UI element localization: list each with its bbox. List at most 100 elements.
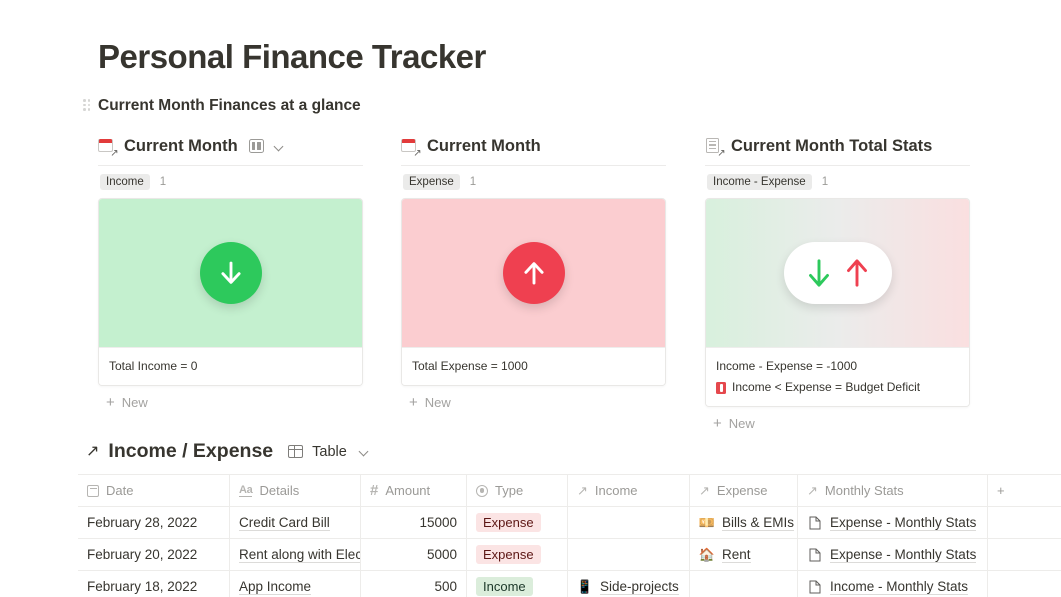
cell-expense[interactable]: 🏠 Rent [690,539,798,570]
document-link-icon: ↗ [705,137,726,158]
card-footer-line: Total Income = 0 [109,359,198,373]
card-footer: Total Income = 0 [99,347,362,385]
cell-monthly-stats-label: Expense - Monthly Stats [830,514,977,531]
cell-type[interactable]: Expense [467,507,568,538]
column-header-label: Income [594,483,638,498]
card-body[interactable]: Income - Expense = -1000 Income < Expens… [705,198,970,407]
cell-type[interactable]: Expense [467,539,568,570]
chevron-down-icon[interactable] [359,447,369,457]
chevron-down-icon[interactable] [274,141,284,151]
section-heading-text: Current Month Finances at a glance [98,97,361,114]
money-icon: 💴 [698,514,716,530]
text-aa-icon: Aa [239,483,253,497]
column-header-label: Expense [716,483,768,498]
cell-details[interactable]: App Income [230,571,361,597]
column-header-monthly-stats[interactable]: ↗ Monthly Stats [798,475,988,506]
cell-expense[interactable] [690,571,798,597]
column-header-label: Type [495,483,524,498]
new-item-button[interactable]: + New [98,395,363,410]
table-row[interactable]: February 20, 2022 Rent along with Elec 5… [78,539,1061,571]
cell-spacer [988,571,1061,597]
database-title[interactable]: Income / Expense [108,440,273,463]
database-table: Date Aa Details # Amount Type ↗ Income ↗… [78,474,1061,597]
page-title: Personal Finance Tracker [98,38,486,75]
cell-income[interactable]: 📱 Side-projects [568,571,690,597]
card-footer: Total Expense = 1000 [402,347,665,385]
cell-monthly-stats[interactable]: Income - Monthly Stats [798,571,988,597]
group-label[interactable]: Income - Expense [707,174,812,190]
cell-monthly-stats[interactable]: Expense - Monthly Stats [798,539,988,570]
calendar-link-icon: ↗ [98,137,119,158]
cell-income-label: Side-projects [600,578,679,595]
new-item-label: New [121,395,148,410]
card-header[interactable]: ↗ Current Month Total Stats [705,133,970,166]
card-title: Current Month [124,136,238,155]
cell-monthly-stats-label: Expense - Monthly Stats [830,546,977,563]
database-view-name[interactable]: Table [312,444,347,460]
relation-arrow-icon: ↗ [699,483,710,498]
table-row[interactable]: February 28, 2022 Credit Card Bill 15000… [78,507,1061,539]
status-badge: Expense [476,513,541,532]
section-heading-row: Current Month Finances at a glance [83,97,361,115]
card-header[interactable]: ↗ Current Month [98,133,363,166]
card-cover [99,199,362,347]
plus-icon: + [409,394,418,411]
cell-income[interactable] [568,539,690,570]
card-cover [402,199,665,347]
card-current-month-total-stats: ↗ Current Month Total Stats Income - Exp… [705,133,970,431]
cell-type[interactable]: Income [467,571,568,597]
column-header-type[interactable]: Type [467,475,568,506]
card-body[interactable]: Total Expense = 1000 [401,198,666,386]
plus-icon: + [713,415,722,432]
group-label[interactable]: Income [100,174,150,190]
number-hash-icon: # [370,482,379,499]
arrow-up-circle-icon [502,242,565,304]
relation-arrow-icon: ↗ [577,483,588,498]
cell-date[interactable]: February 18, 2022 [78,571,230,597]
card-body[interactable]: Total Income = 0 [98,198,363,386]
phone-icon: 📱 [576,578,594,594]
cell-monthly-stats[interactable]: Expense - Monthly Stats [798,507,988,538]
card-current-month-income: ↗ Current Month Income 1 Total Income = … [98,133,363,410]
card-cover [706,199,969,347]
cell-details[interactable]: Rent along with Elec [230,539,361,570]
arrow-down-circle-icon [199,242,262,304]
arrow-up-right-icon: ↗ [86,442,100,460]
select-circle-icon [476,484,488,497]
cell-date[interactable]: February 20, 2022 [78,539,230,570]
column-header-label: Amount [385,483,431,498]
new-item-button[interactable]: + New [705,416,970,431]
calendar-icon [87,484,99,497]
page-icon [807,548,823,562]
card-header[interactable]: ↗ Current Month [401,133,666,166]
drag-handle-icon[interactable] [83,99,92,113]
card-footer: Income - Expense = -1000 Income < Expens… [706,347,969,406]
cell-expense[interactable]: 💴 Bills & EMIs [690,507,798,538]
cell-income[interactable] [568,507,690,538]
card-current-month-expense: ↗ Current Month Expense 1 Total Expense … [401,133,666,410]
board-view-icon[interactable] [248,139,264,153]
cell-amount[interactable]: 15000 [361,507,467,538]
cell-monthly-stats-label: Income - Monthly Stats [830,578,969,595]
cell-date[interactable]: February 28, 2022 [78,507,230,538]
column-header-income[interactable]: ↗ Income [568,475,690,506]
cell-details[interactable]: Credit Card Bill [230,507,361,538]
cell-amount[interactable]: 500 [361,571,467,597]
column-header-label: Monthly Stats [824,483,904,498]
card-title: Current Month Total Stats [731,136,933,155]
column-header-details[interactable]: Aa Details [230,475,361,506]
column-header-date[interactable]: Date [78,475,230,506]
table-view-icon[interactable] [288,445,304,458]
add-column-button[interactable]: + [988,475,1061,506]
cell-expense-label: Rent [722,546,751,563]
new-item-button[interactable]: + New [401,395,666,410]
table-row[interactable]: February 18, 2022 App Income 500 Income … [78,571,1061,597]
group-label[interactable]: Expense [403,174,460,190]
column-header-amount[interactable]: # Amount [361,475,467,506]
database-heading-row: ↗ Income / Expense Table [86,440,369,463]
card-footer-line-secondary-text: Income < Expense = Budget Deficit [732,380,921,394]
column-header-expense[interactable]: ↗ Expense [690,475,798,506]
status-badge: Income [476,577,533,596]
cell-amount[interactable]: 5000 [361,539,467,570]
house-icon: 🏠 [698,546,716,562]
